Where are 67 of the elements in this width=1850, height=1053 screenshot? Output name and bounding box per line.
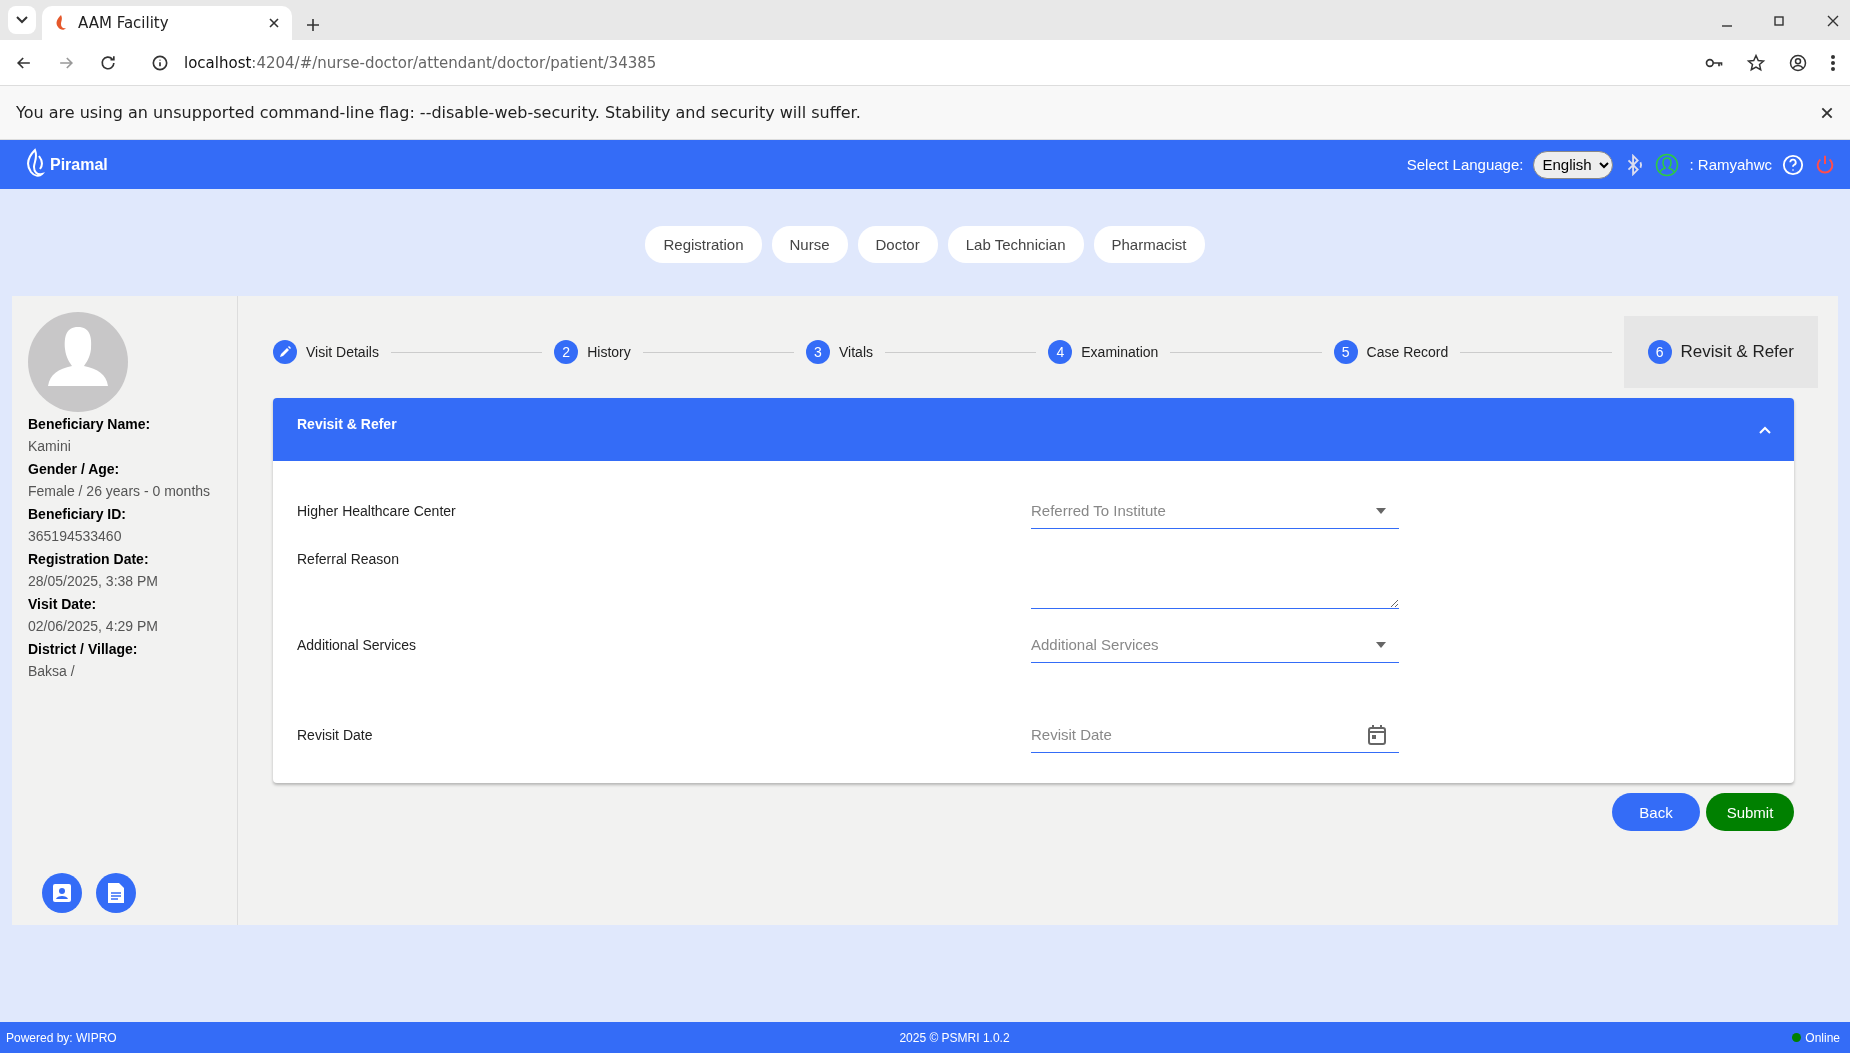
- step-tab[interactable]: 5 Case Record: [1333, 316, 1449, 388]
- beneficiary-label: Registration Date:: [28, 551, 150, 567]
- user-name: : Ramyahwc: [1689, 156, 1772, 173]
- date-field[interactable]: Revisit Date: [1031, 717, 1399, 753]
- beneficiary-value: 365194533460: [28, 528, 123, 544]
- document-button[interactable]: [96, 873, 136, 913]
- menu-icon[interactable]: [1830, 52, 1836, 73]
- step-number: 6: [1647, 340, 1672, 364]
- step-number: 3: [806, 340, 830, 364]
- field-label: Higher Healthcare Center: [297, 503, 457, 521]
- step-number: 5: [1333, 340, 1358, 364]
- flame-logo-icon: [54, 14, 68, 32]
- back-button[interactable]: Back: [1612, 793, 1700, 831]
- browser-tab[interactable]: AAM Facility: [42, 6, 292, 40]
- powered-by-text: Powered by: WIPRO: [6, 1030, 117, 1045]
- step-number: 4: [1048, 340, 1073, 364]
- field-label: Referral Reason: [297, 550, 400, 569]
- beneficiary-value: Baksa /: [28, 663, 76, 679]
- pencil-icon: [273, 340, 297, 364]
- beneficiary-value: Female / 26 years - 0 months: [28, 483, 212, 499]
- step-tab[interactable]: Visit Details: [273, 316, 379, 388]
- submit-button[interactable]: Submit: [1706, 793, 1794, 831]
- close-icon[interactable]: [1820, 105, 1834, 120]
- role-button[interactable]: Doctor: [857, 226, 938, 263]
- role-button[interactable]: Nurse: [771, 226, 848, 263]
- beneficiary-label: Beneficiary ID:: [28, 506, 128, 522]
- tab-list-button[interactable]: [8, 6, 36, 34]
- contact-card-icon: [52, 883, 72, 903]
- step-tab[interactable]: 6 Revisit & Refer: [1623, 316, 1818, 388]
- help-icon[interactable]: [1782, 153, 1804, 176]
- copyright-text: 2025 © PSMRI 1.0.2: [899, 1030, 1010, 1045]
- field-label: Additional Services: [297, 637, 418, 655]
- dropdown-caret-icon: [1375, 507, 1387, 515]
- beneficiary-value: 02/06/2025, 4:29 PM: [28, 618, 159, 634]
- dropdown-caret-icon: [1375, 641, 1387, 649]
- close-icon[interactable]: [268, 17, 280, 29]
- new-tab-icon[interactable]: [306, 18, 320, 32]
- beneficiary-label: Beneficiary Name:: [28, 416, 152, 432]
- profile-icon[interactable]: [1788, 52, 1808, 73]
- step-tab[interactable]: 2 History: [554, 316, 631, 388]
- language-label: Select Language:: [1406, 156, 1524, 173]
- beneficiary-value: Kamini: [28, 438, 72, 454]
- role-button[interactable]: Lab Technician: [947, 226, 1084, 263]
- brand-name: Piramal: [50, 155, 108, 174]
- step-tab[interactable]: 4 Examination: [1048, 316, 1159, 388]
- chevron-down-icon: [16, 16, 28, 24]
- select-field[interactable]: Referred To Institute: [1031, 493, 1399, 529]
- section-header[interactable]: Revisit & Refer: [273, 398, 1794, 461]
- chevron-up-icon: [1758, 424, 1772, 435]
- role-button[interactable]: Pharmacist: [1093, 226, 1205, 263]
- calendar-icon[interactable]: [1367, 724, 1387, 746]
- warning-message: You are using an unsupported command-line flag: --disable-web-security. Stability and security will suffer.: [16, 103, 861, 122]
- role-button[interactable]: Registration: [645, 226, 762, 263]
- beneficiary-label: District / Village:: [28, 641, 139, 657]
- status-text: Online: [1805, 1030, 1840, 1045]
- beneficiary-value: 28/05/2025, 3:38 PM: [28, 573, 159, 589]
- document-icon: [107, 882, 125, 904]
- step-tab[interactable]: 3 Vitals: [806, 316, 873, 388]
- field-label: Revisit Date: [297, 727, 374, 745]
- step-number: 2: [554, 340, 579, 364]
- star-icon[interactable]: [1746, 52, 1766, 73]
- beneficiary-label: Gender / Age:: [28, 461, 121, 477]
- user-icon: [1655, 152, 1680, 177]
- language-select[interactable]: English: [1533, 150, 1614, 179]
- profile-card-button[interactable]: [42, 873, 82, 913]
- select-field[interactable]: Additional Services: [1031, 627, 1399, 663]
- beneficiary-label: Visit Date:: [28, 596, 98, 612]
